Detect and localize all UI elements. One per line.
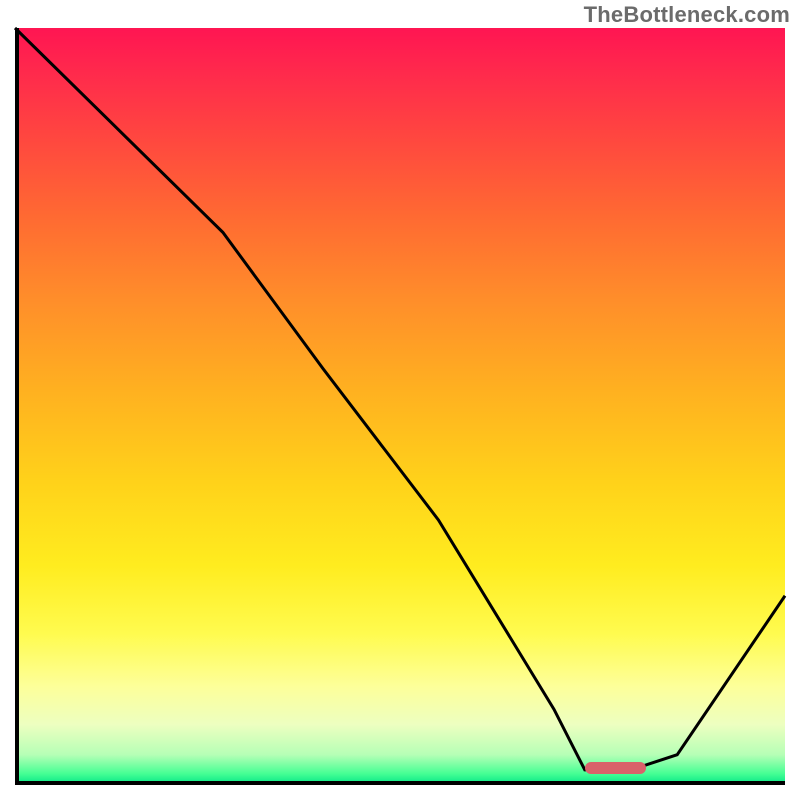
curve-path <box>15 28 785 770</box>
chart-plot-area <box>15 28 785 785</box>
watermark-text: TheBottleneck.com <box>584 2 790 28</box>
optimal-range-marker <box>585 762 647 774</box>
bottleneck-curve <box>15 28 785 785</box>
